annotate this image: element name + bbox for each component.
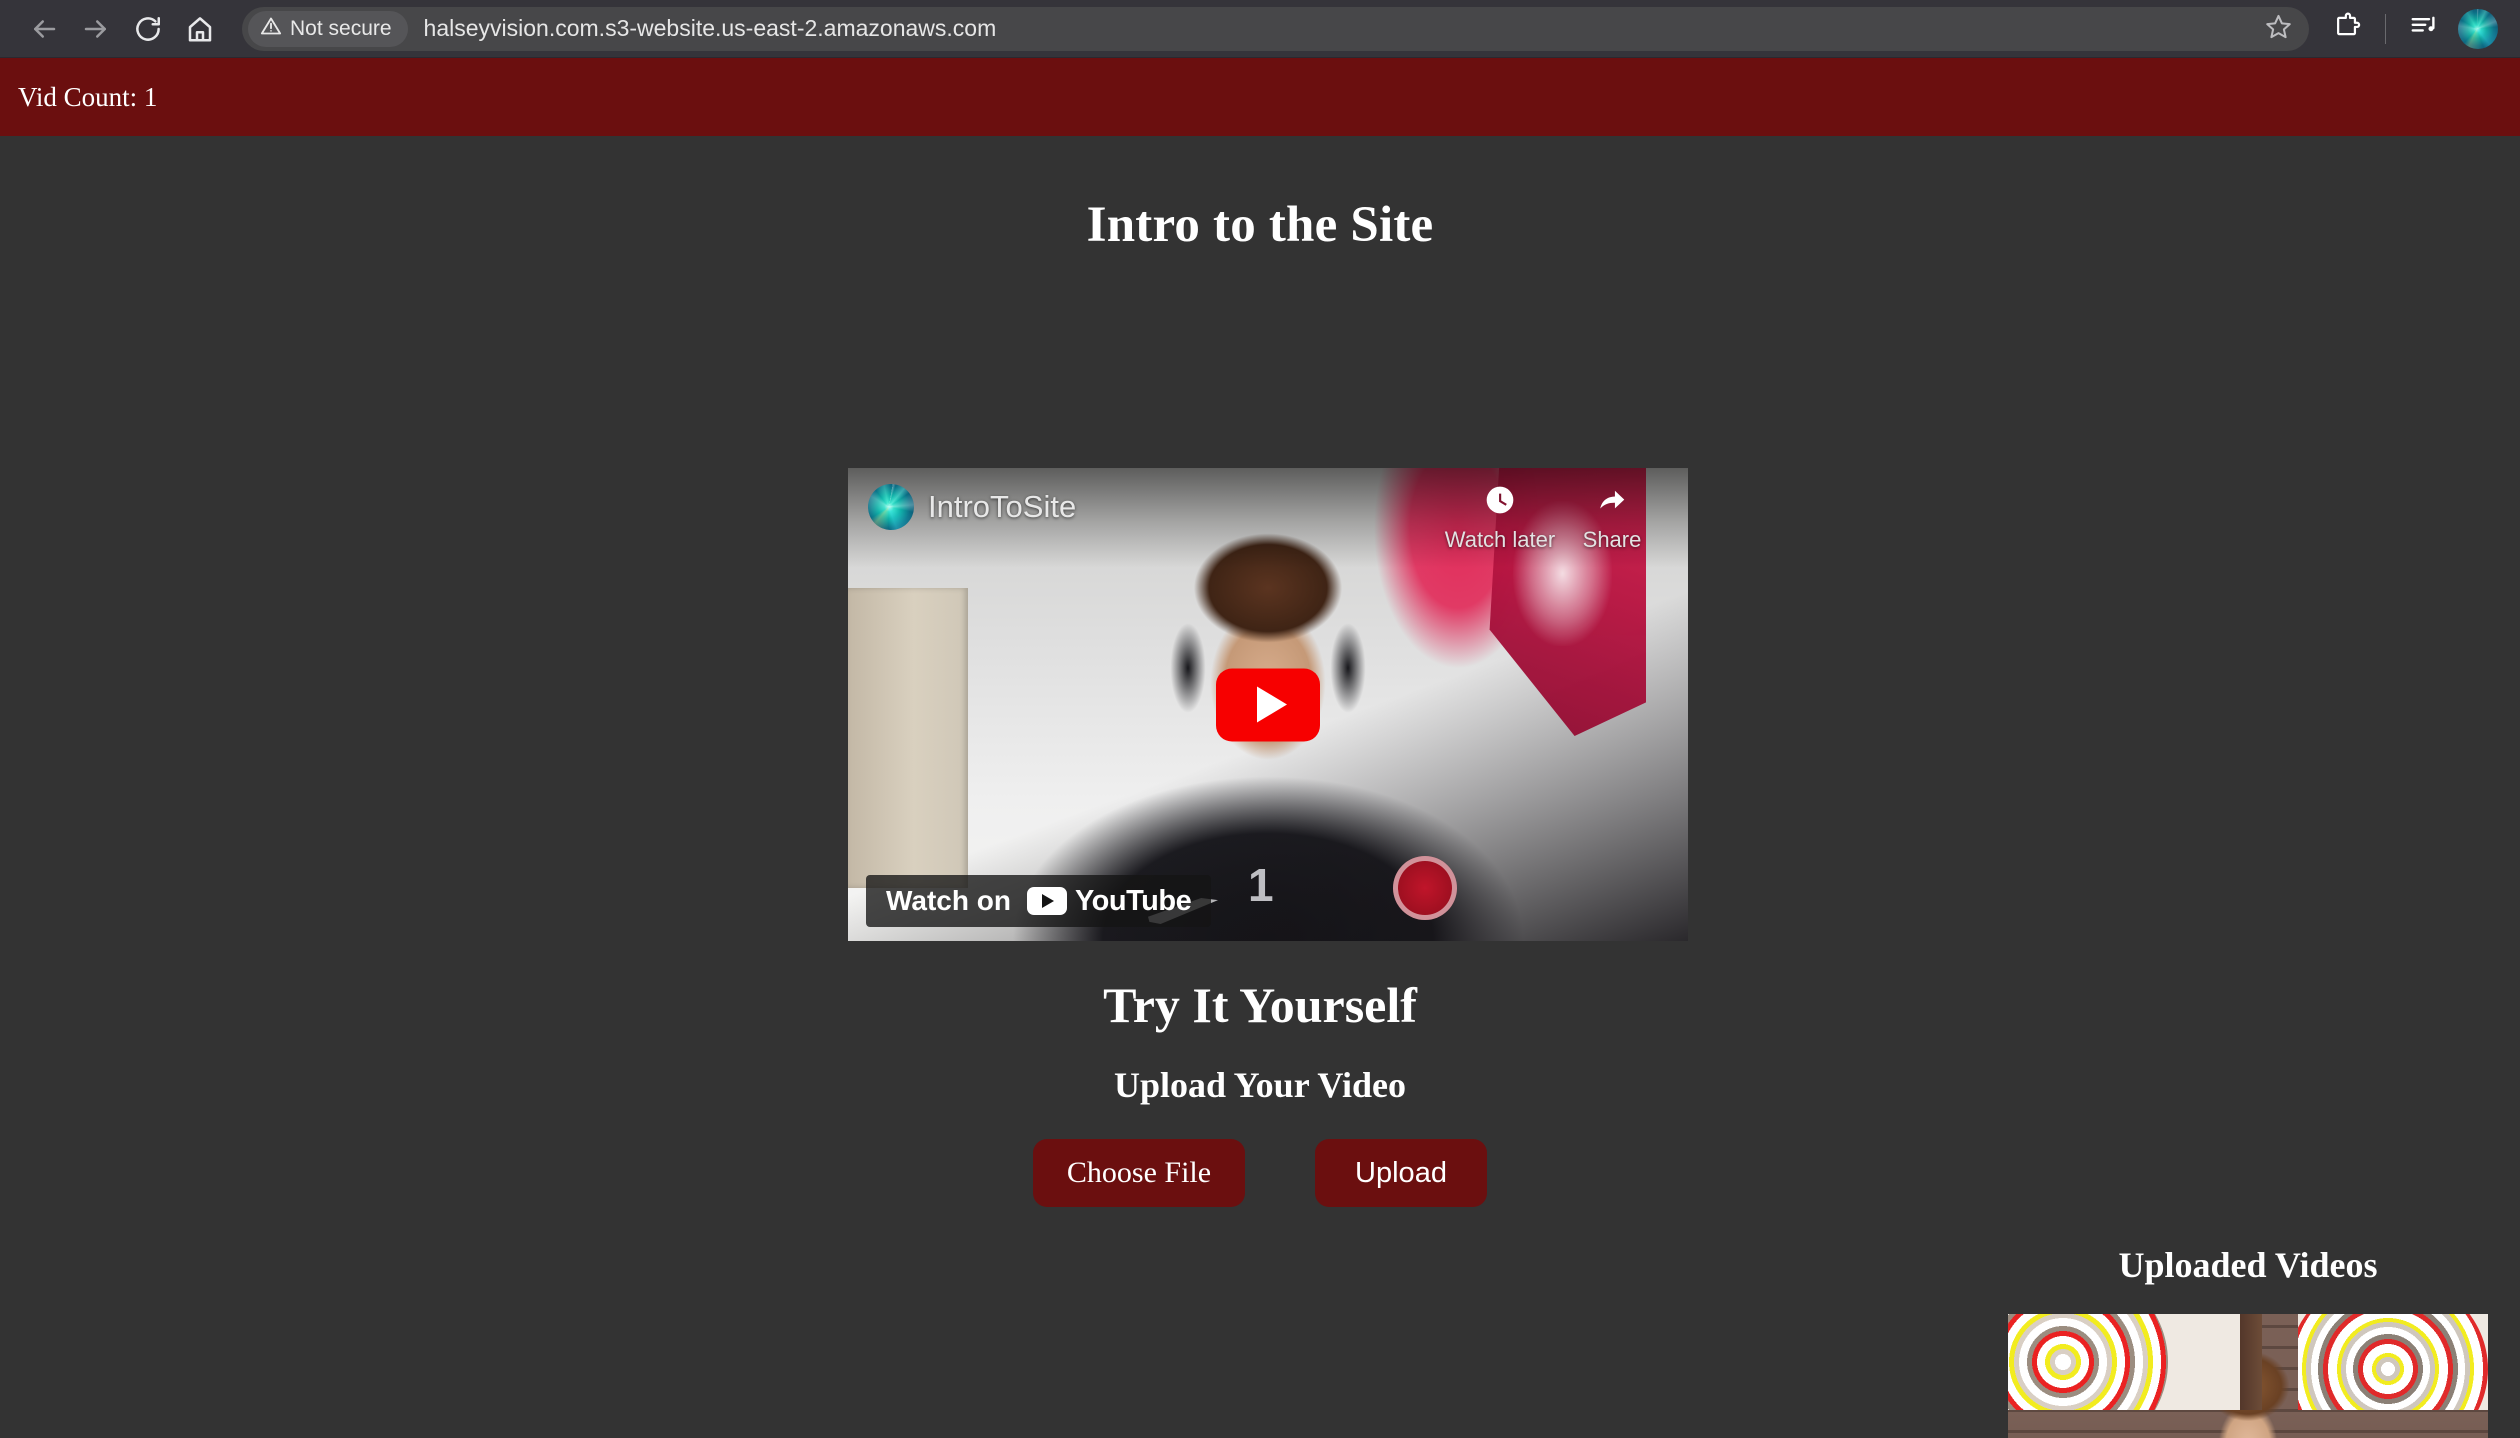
browser-toolbar: Not secure halseyvision.com.s3-website.u… [0,0,2520,58]
scene-artwork-right [2298,1314,2488,1410]
youtube-video-embed[interactable]: 1 IntroToSite Watch later Share Watch on… [848,468,1688,941]
toolbar-divider [2385,13,2386,44]
uploaded-videos-section: Uploaded Videos [2008,1244,2488,1438]
home-button[interactable] [174,3,226,55]
channel-avatar [868,484,914,530]
watch-later-label: Watch later [1444,527,1556,552]
share-button[interactable]: Share [1556,484,1668,553]
page-title: Intro to the Site [1086,197,1434,253]
reload-button[interactable] [122,3,174,55]
watch-on-youtube-button[interactable]: Watch on YouTube [866,875,1212,927]
security-status-chip[interactable]: Not secure [248,10,408,47]
page-viewport: Vid Count: 1 Intro to the Site 1 IntroTo… [0,58,2520,1438]
youtube-play-button[interactable] [1216,668,1320,741]
scene-artwork-divider [2240,1314,2262,1410]
scene-artwork-left [2008,1314,2240,1410]
youtube-video-title[interactable]: IntroToSite [928,489,1076,525]
url-text[interactable]: halseyvision.com.s3-website.us-east-2.am… [424,15,2257,42]
watch-later-button[interactable]: Watch later [1444,484,1556,553]
upload-your-video-heading: Upload Your Video [1113,1065,1407,1105]
site-header-bar: Vid Count: 1 [0,58,2520,136]
bookmark-button[interactable] [2257,8,2299,50]
uploaded-video-frame [2008,1314,2488,1438]
warning-triangle-icon [260,15,282,42]
youtube-brand-text: YouTube [1074,884,1192,917]
uploaded-video-player[interactable]: 0:00 / 0:10 [2008,1314,2488,1438]
clock-icon [1484,484,1516,521]
youtube-play-icon [1256,686,1287,723]
try-it-yourself-heading: Try It Yourself [1103,977,1417,1033]
reload-icon [133,14,163,44]
profile-avatar [2458,8,2498,49]
back-button[interactable] [18,3,70,55]
star-icon [2265,13,2292,45]
arrow-left-icon [29,14,59,44]
poster-chest-logo [1393,856,1457,920]
youtube-channel-info[interactable]: IntroToSite [868,484,1444,530]
profile-button[interactable] [2454,5,2502,53]
arrow-right-icon [81,14,111,44]
youtube-brand: YouTube [1026,884,1192,918]
home-icon [185,14,215,44]
media-control-button[interactable] [2400,5,2448,53]
uploaded-videos-heading: Uploaded Videos [2118,1245,2378,1285]
browser-action-icons [2323,5,2502,53]
media-playlist-icon [2409,11,2439,46]
security-status-label: Not secure [290,16,392,40]
youtube-top-bar: IntroToSite Watch later Share [848,468,1688,568]
upload-button[interactable]: Upload [1315,1139,1487,1207]
poster-door [848,588,968,888]
watch-on-label: Watch on [886,885,1011,916]
poster-shirt-number: 1 [1248,859,1274,911]
choose-file-button[interactable]: Choose File [1033,1139,1245,1207]
upload-controls: Choose File Upload [0,1139,2520,1207]
address-bar[interactable]: Not secure halseyvision.com.s3-website.u… [242,6,2309,51]
puzzle-piece-icon [2333,12,2361,45]
share-arrow-icon [1595,484,1629,521]
page-content: Intro to the Site 1 IntroToSite Watch la… [0,136,2520,1438]
share-label: Share [1582,527,1642,552]
vid-count-label: Vid Count: 1 [18,81,158,112]
forward-button[interactable] [70,3,122,55]
extensions-button[interactable] [2323,5,2371,53]
youtube-logo-icon [1026,887,1067,915]
